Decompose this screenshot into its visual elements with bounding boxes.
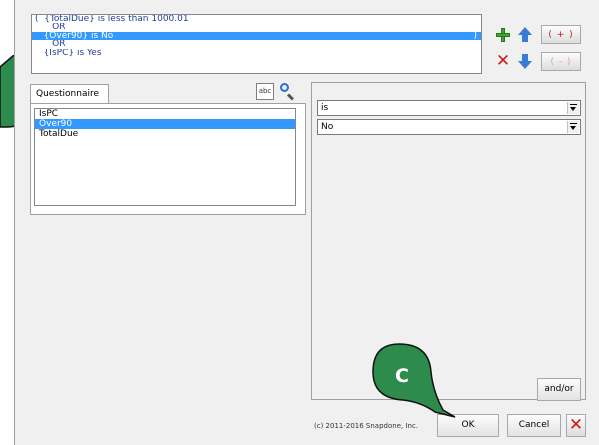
operator-select[interactable]: is [317,100,581,116]
arrow-down-icon [518,54,532,69]
search-lens [280,83,289,92]
criteria-line[interactable]: OR [32,23,481,31]
field-panel: IsPC Over90 TotalDue [30,103,306,215]
field-item-totaldue[interactable]: TotalDue [35,129,295,139]
delete-icon: ✕ [495,51,511,71]
operator-value: is [321,103,329,113]
close-button[interactable]: ✕ [566,414,586,437]
remove-group-button[interactable]: ( - ) [541,52,581,71]
value-value: No [321,122,334,132]
criteria-line-selected[interactable]: {Over90} is No) [32,31,481,41]
criteria-line-suffix: ) [473,31,477,41]
criteria-line[interactable]: {IsPC} is Yes [32,49,481,57]
tab-questionnaire[interactable]: Questionnaire [30,84,109,104]
arrow-up-icon [518,27,532,42]
search-icon[interactable] [279,82,296,101]
abc-sort-button[interactable]: abc [256,83,274,100]
cancel-button[interactable]: Cancel [507,414,561,437]
criteria-line[interactable]: OR [32,40,481,48]
add-group-button[interactable]: ( + ) [541,25,581,44]
callout-c-label: C [395,365,409,387]
callout-c: C [372,343,456,418]
field-list[interactable]: IsPC Over90 TotalDue [34,108,296,206]
move-down-button[interactable] [515,52,535,71]
add-condition-button[interactable] [493,25,513,44]
value-select[interactable]: No [317,119,581,135]
field-item-ispc[interactable]: IsPC [35,109,295,119]
move-up-button[interactable] [515,25,535,44]
criteria-list[interactable]: ( {TotalDue} is less than 1000.01 OR {Ov… [31,14,482,74]
criteria-line[interactable]: ( {TotalDue} is less than 1000.01 [32,15,481,23]
criteria-line-text: {Over90} is No [35,31,114,41]
chevron-down-icon[interactable] [567,121,579,133]
add-group-label: ( + ) [548,29,574,40]
plus-icon [496,27,510,42]
field-item-over90[interactable]: Over90 [35,119,295,129]
close-icon: ✕ [568,415,584,435]
remove-group-label: ( - ) [550,56,572,67]
chevron-down-icon[interactable] [567,102,579,114]
and-or-button[interactable]: and/or [537,378,581,401]
delete-condition-button[interactable]: ✕ [493,52,513,71]
copyright-text: (c) 2011-2016 Snapdone, Inc. [314,422,419,430]
